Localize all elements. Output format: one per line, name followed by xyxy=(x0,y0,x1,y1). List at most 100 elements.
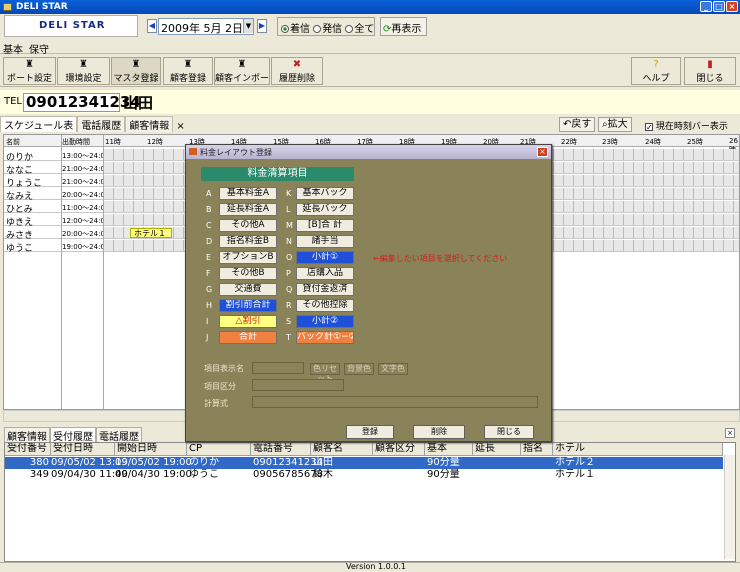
fee-item-button[interactable]: 割引前合計 xyxy=(219,299,277,312)
col-header[interactable]: 受付番号 xyxy=(5,443,51,456)
checkbox[interactable]: ✓ xyxy=(645,122,653,131)
toolbar: ♜ ポート設定 ♜ 環境設定 ♜ マスタ登録 ♜ 顧客登録 ♜ 顧客インポート ✖ 履歴削除… xyxy=(0,55,740,87)
chevron-down-icon[interactable]: ▼ xyxy=(243,19,253,33)
color-reset-button[interactable]: 色リセット xyxy=(310,363,340,383)
text-color-button[interactable]: 文字色 xyxy=(378,363,408,375)
person-icon: ♜ xyxy=(237,59,247,70)
maximize-button[interactable]: □ xyxy=(713,1,725,12)
radio-outgoing[interactable] xyxy=(313,25,322,33)
env-settings-button[interactable]: ♜ 環境設定 xyxy=(57,57,110,85)
col-header[interactable]: 延長 xyxy=(473,443,521,456)
fee-item-button[interactable]: 指名料金B xyxy=(219,235,277,248)
cell: 90分量 xyxy=(427,469,460,480)
tab-schedule[interactable]: スケジュール表 xyxy=(0,116,78,132)
show-time-bar[interactable]: ✓ 現在時刻バー表示 xyxy=(645,119,728,132)
fee-item-button[interactable]: 延長バック xyxy=(296,203,354,216)
divider xyxy=(103,135,104,409)
person-icon: ♜ xyxy=(131,59,141,70)
table-row[interactable]: 380 09/05/02 13:19 09/05/02 19:00 のりか 09… xyxy=(5,457,723,469)
col-header[interactable]: 受付日時 xyxy=(51,443,115,456)
next-date-button[interactable]: ▶ xyxy=(257,19,267,33)
tel-number-field[interactable]: 09012341234 xyxy=(23,93,141,112)
history-delete-label: 履歴削除 xyxy=(278,74,315,84)
col-header[interactable]: 基本 xyxy=(425,443,473,456)
dialog-close-button[interactable]: 閉じる xyxy=(484,425,534,439)
cell: 09/05/02 19:00 xyxy=(115,457,192,468)
tab-close-icon[interactable]: × xyxy=(173,121,187,132)
refresh-button[interactable]: ⟳再表示 xyxy=(380,17,427,36)
bg-color-button[interactable]: 背景色 xyxy=(344,363,374,375)
fee-item-button[interactable]: 基本料金A xyxy=(219,187,277,200)
minimize-button[interactable]: _ xyxy=(700,1,712,12)
close-app-button[interactable]: ▮ 閉じる xyxy=(684,57,736,85)
col-header[interactable]: 顧客区分 xyxy=(373,443,425,456)
fee-item-button[interactable]: バック計①−② xyxy=(296,331,354,344)
booking-block[interactable]: ホテル１ xyxy=(130,228,172,238)
title-bar: DELI STAR _ □ × xyxy=(0,0,740,14)
register-button[interactable]: 登録 xyxy=(346,425,394,439)
fee-item-button[interactable]: 合計 xyxy=(219,331,277,344)
hour-label: 25時 xyxy=(687,138,703,146)
col-header[interactable]: CP xyxy=(187,443,251,456)
delete-button[interactable]: 削除 xyxy=(413,425,465,439)
tab-customer-info[interactable]: 顧客情報 xyxy=(125,116,174,132)
item-letter: B xyxy=(206,205,212,214)
hour-label: 11時 xyxy=(105,138,121,146)
refresh-label: 再表示 xyxy=(391,24,422,35)
divider xyxy=(61,135,62,409)
dialog-close-icon[interactable]: × xyxy=(537,147,548,157)
col-header[interactable]: 電話番号 xyxy=(251,443,311,456)
reception-table: 受付番号 受付日時 開始日時 CP 電話番号 顧客名 顧客区分 基本 延長 指名… xyxy=(4,442,736,562)
zoom-button[interactable]: ⌕拡大 xyxy=(598,117,632,132)
vertical-scrollbar[interactable] xyxy=(724,455,735,559)
fee-item-button[interactable]: 小計① xyxy=(296,251,354,264)
fee-item-button[interactable]: 延長料金A xyxy=(219,203,277,216)
close-icon[interactable]: × xyxy=(725,428,735,438)
fee-item-button[interactable]: [B]合 計 xyxy=(296,219,354,232)
radio-incoming[interactable] xyxy=(281,25,289,33)
fee-item-button[interactable]: オプションB xyxy=(219,251,277,264)
col-header[interactable]: 指名 xyxy=(521,443,553,456)
master-register-button[interactable]: ♜ マスタ登録 xyxy=(111,57,161,85)
fee-item-button[interactable]: 諸手当 xyxy=(296,235,354,248)
formula-input[interactable] xyxy=(252,396,538,408)
col-header[interactable]: 顧客名 xyxy=(311,443,373,456)
close-window-button[interactable]: × xyxy=(726,1,738,12)
fee-item-button[interactable]: その他B xyxy=(219,267,277,280)
customer-register-label: 顧客登録 xyxy=(169,74,206,84)
history-delete-button[interactable]: ✖ 履歴削除 xyxy=(271,57,323,85)
bottom-tabs: 顧客情報 受付履歴 電話履歴 xyxy=(4,427,154,444)
fee-item-button[interactable]: 基本バック xyxy=(296,187,354,200)
radio-all[interactable] xyxy=(345,25,354,33)
panel-title: 料金清算項目 xyxy=(201,167,354,181)
category-select[interactable] xyxy=(252,379,344,391)
item-letter: A xyxy=(206,189,212,198)
fee-item-button[interactable]: 小計② xyxy=(296,315,354,328)
fee-item-button[interactable]: 交通費 xyxy=(219,283,277,296)
fee-item-button[interactable]: その他A xyxy=(219,219,277,232)
fee-item-button[interactable]: 貸付金返済 xyxy=(296,283,354,296)
fee-item-button[interactable]: 店購入品 xyxy=(296,267,354,280)
port-settings-button[interactable]: ♜ ポート設定 xyxy=(3,57,56,85)
display-name-input[interactable] xyxy=(252,362,304,374)
back-button[interactable]: ↶戻す xyxy=(559,117,596,132)
fee-item-button[interactable]: その他控除 xyxy=(296,299,354,312)
item-letter: K xyxy=(286,189,292,198)
fee-layout-dialog: 料金レイアウト登録 × 料金清算項目 ←編集したい項目を選択してください 項目表… xyxy=(185,144,552,442)
hour-label: 23時 xyxy=(602,138,618,146)
grid-header-name: 名前 xyxy=(6,138,20,146)
fee-item-button[interactable]: △割引 xyxy=(219,315,277,328)
tab-call-history[interactable]: 電話履歴 xyxy=(77,116,126,132)
item-letter: M xyxy=(286,221,293,230)
help-button[interactable]: ? ヘルプ xyxy=(631,57,681,85)
table-row[interactable]: 349 09/04/30 11:40 09/04/30 19:00 ゆうこ 09… xyxy=(5,469,723,481)
item-letter: S xyxy=(286,317,292,326)
prev-date-button[interactable]: ◀ xyxy=(147,19,157,33)
item-letter: G xyxy=(206,285,213,294)
date-picker[interactable]: 2009年 5月 2日 xyxy=(158,18,254,35)
customer-import-button[interactable]: ♜ 顧客インポート xyxy=(214,57,278,85)
col-header[interactable]: 開始日時 xyxy=(115,443,187,456)
col-header[interactable]: ホテル xyxy=(553,443,723,456)
customer-register-button[interactable]: ♜ 顧客登録 xyxy=(163,57,213,85)
item-letter: O xyxy=(286,253,293,262)
